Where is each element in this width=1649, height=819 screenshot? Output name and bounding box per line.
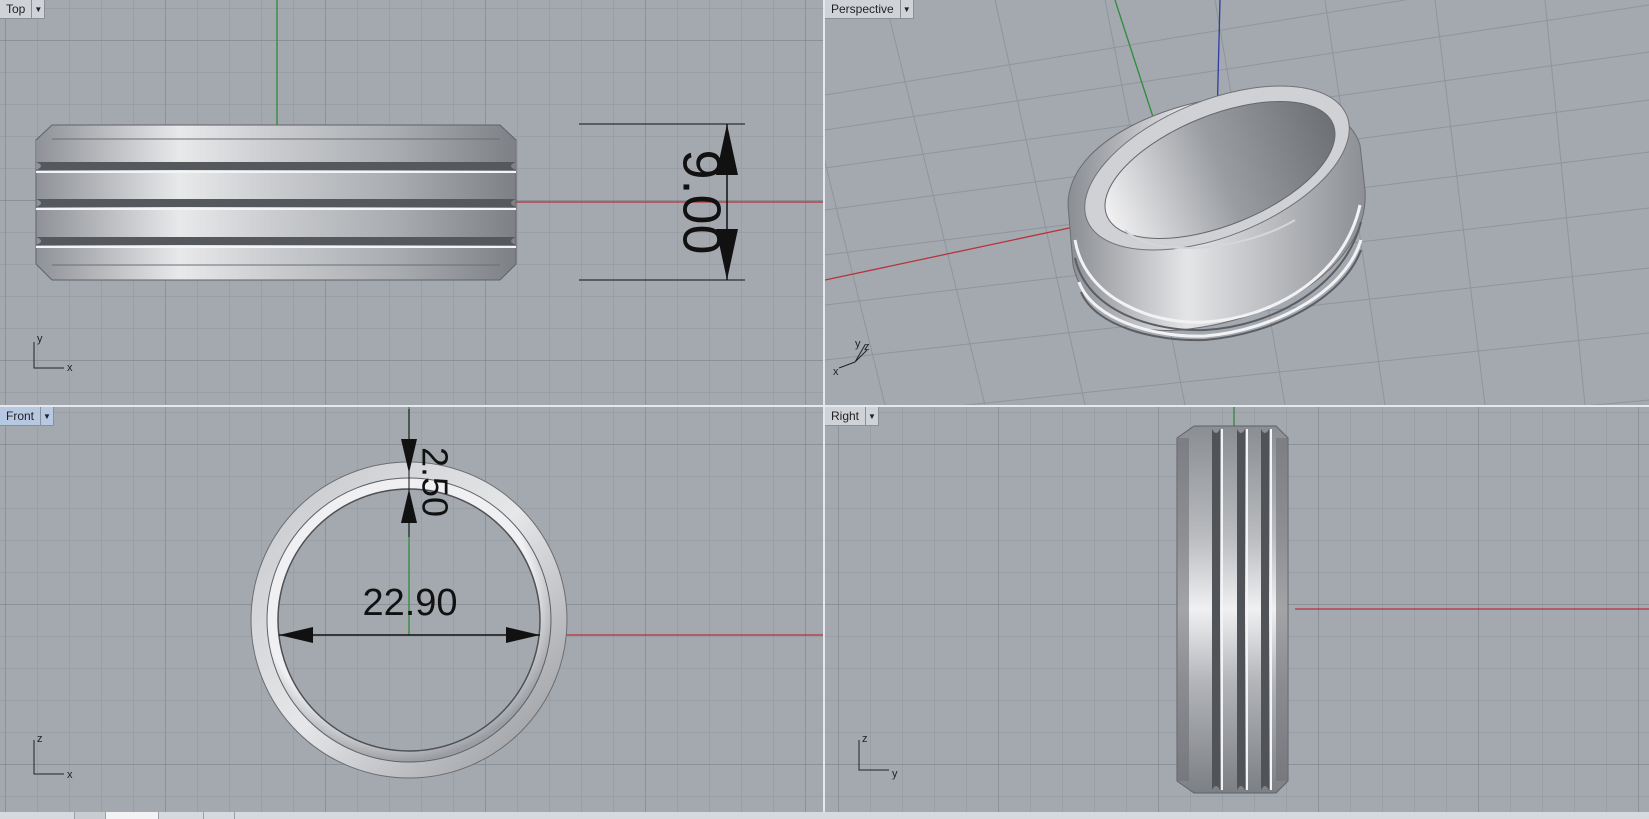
tab-strip-tab[interactable] <box>75 812 106 819</box>
ring-top-profile[interactable] <box>35 124 517 281</box>
top-view-canvas[interactable]: 9.00 y x <box>0 0 823 405</box>
viewport-tab-right[interactable]: Right ▼ <box>825 407 880 426</box>
chevron-down-icon[interactable]: ▼ <box>31 0 44 18</box>
front-view-canvas[interactable]: 2.50 22.90 z x <box>0 407 823 812</box>
tab-strip-tab[interactable] <box>159 812 204 819</box>
viewport-label: Perspective <box>831 2 894 16</box>
viewport-tab-top[interactable]: Top ▼ <box>0 0 46 19</box>
dimension-inner-diameter-label: 22.90 <box>362 582 457 624</box>
viewport-tab-perspective[interactable]: Perspective ▼ <box>825 0 914 19</box>
chevron-down-icon[interactable]: ▼ <box>899 0 913 18</box>
svg-text:y: y <box>855 338 861 350</box>
viewport-label: Front <box>6 409 35 423</box>
perspective-view-canvas[interactable]: y z x <box>825 0 1649 405</box>
viewport-perspective[interactable]: y z x Perspective ▼ <box>825 0 1649 405</box>
svg-text:z: z <box>862 733 868 745</box>
viewport-front[interactable]: 2.50 22.90 z x Front ▼ <box>0 407 823 812</box>
viewport-top[interactable]: 9.00 y x Top ▼ <box>0 0 823 405</box>
tab-strip-tab[interactable] <box>204 812 235 819</box>
tab-strip-tab-active[interactable] <box>106 812 159 819</box>
viewport-label: Top <box>6 2 26 16</box>
dimension-thickness-label: 2.50 <box>414 447 455 517</box>
svg-text:y: y <box>892 768 898 780</box>
dimension-width-label: 9.00 <box>672 149 732 254</box>
svg-text:z: z <box>37 733 43 745</box>
svg-text:x: x <box>67 769 73 781</box>
svg-text:y: y <box>37 333 43 345</box>
viewport-tab-strip <box>0 812 1649 819</box>
ring-right-profile[interactable] <box>1176 425 1289 794</box>
viewport-splitter-horizontal[interactable] <box>0 405 1649 407</box>
viewport-tab-front[interactable]: Front ▼ <box>0 407 55 426</box>
viewport-label: Right <box>831 409 860 423</box>
svg-text:x: x <box>833 366 839 378</box>
chevron-down-icon[interactable]: ▼ <box>40 407 53 425</box>
svg-text:z: z <box>864 341 870 353</box>
chevron-down-icon[interactable]: ▼ <box>865 407 878 425</box>
viewport-right[interactable]: z y Right ▼ <box>825 407 1649 812</box>
svg-text:x: x <box>67 362 73 374</box>
tab-strip-tab[interactable] <box>0 812 75 819</box>
right-view-canvas[interactable]: z y <box>825 407 1649 812</box>
